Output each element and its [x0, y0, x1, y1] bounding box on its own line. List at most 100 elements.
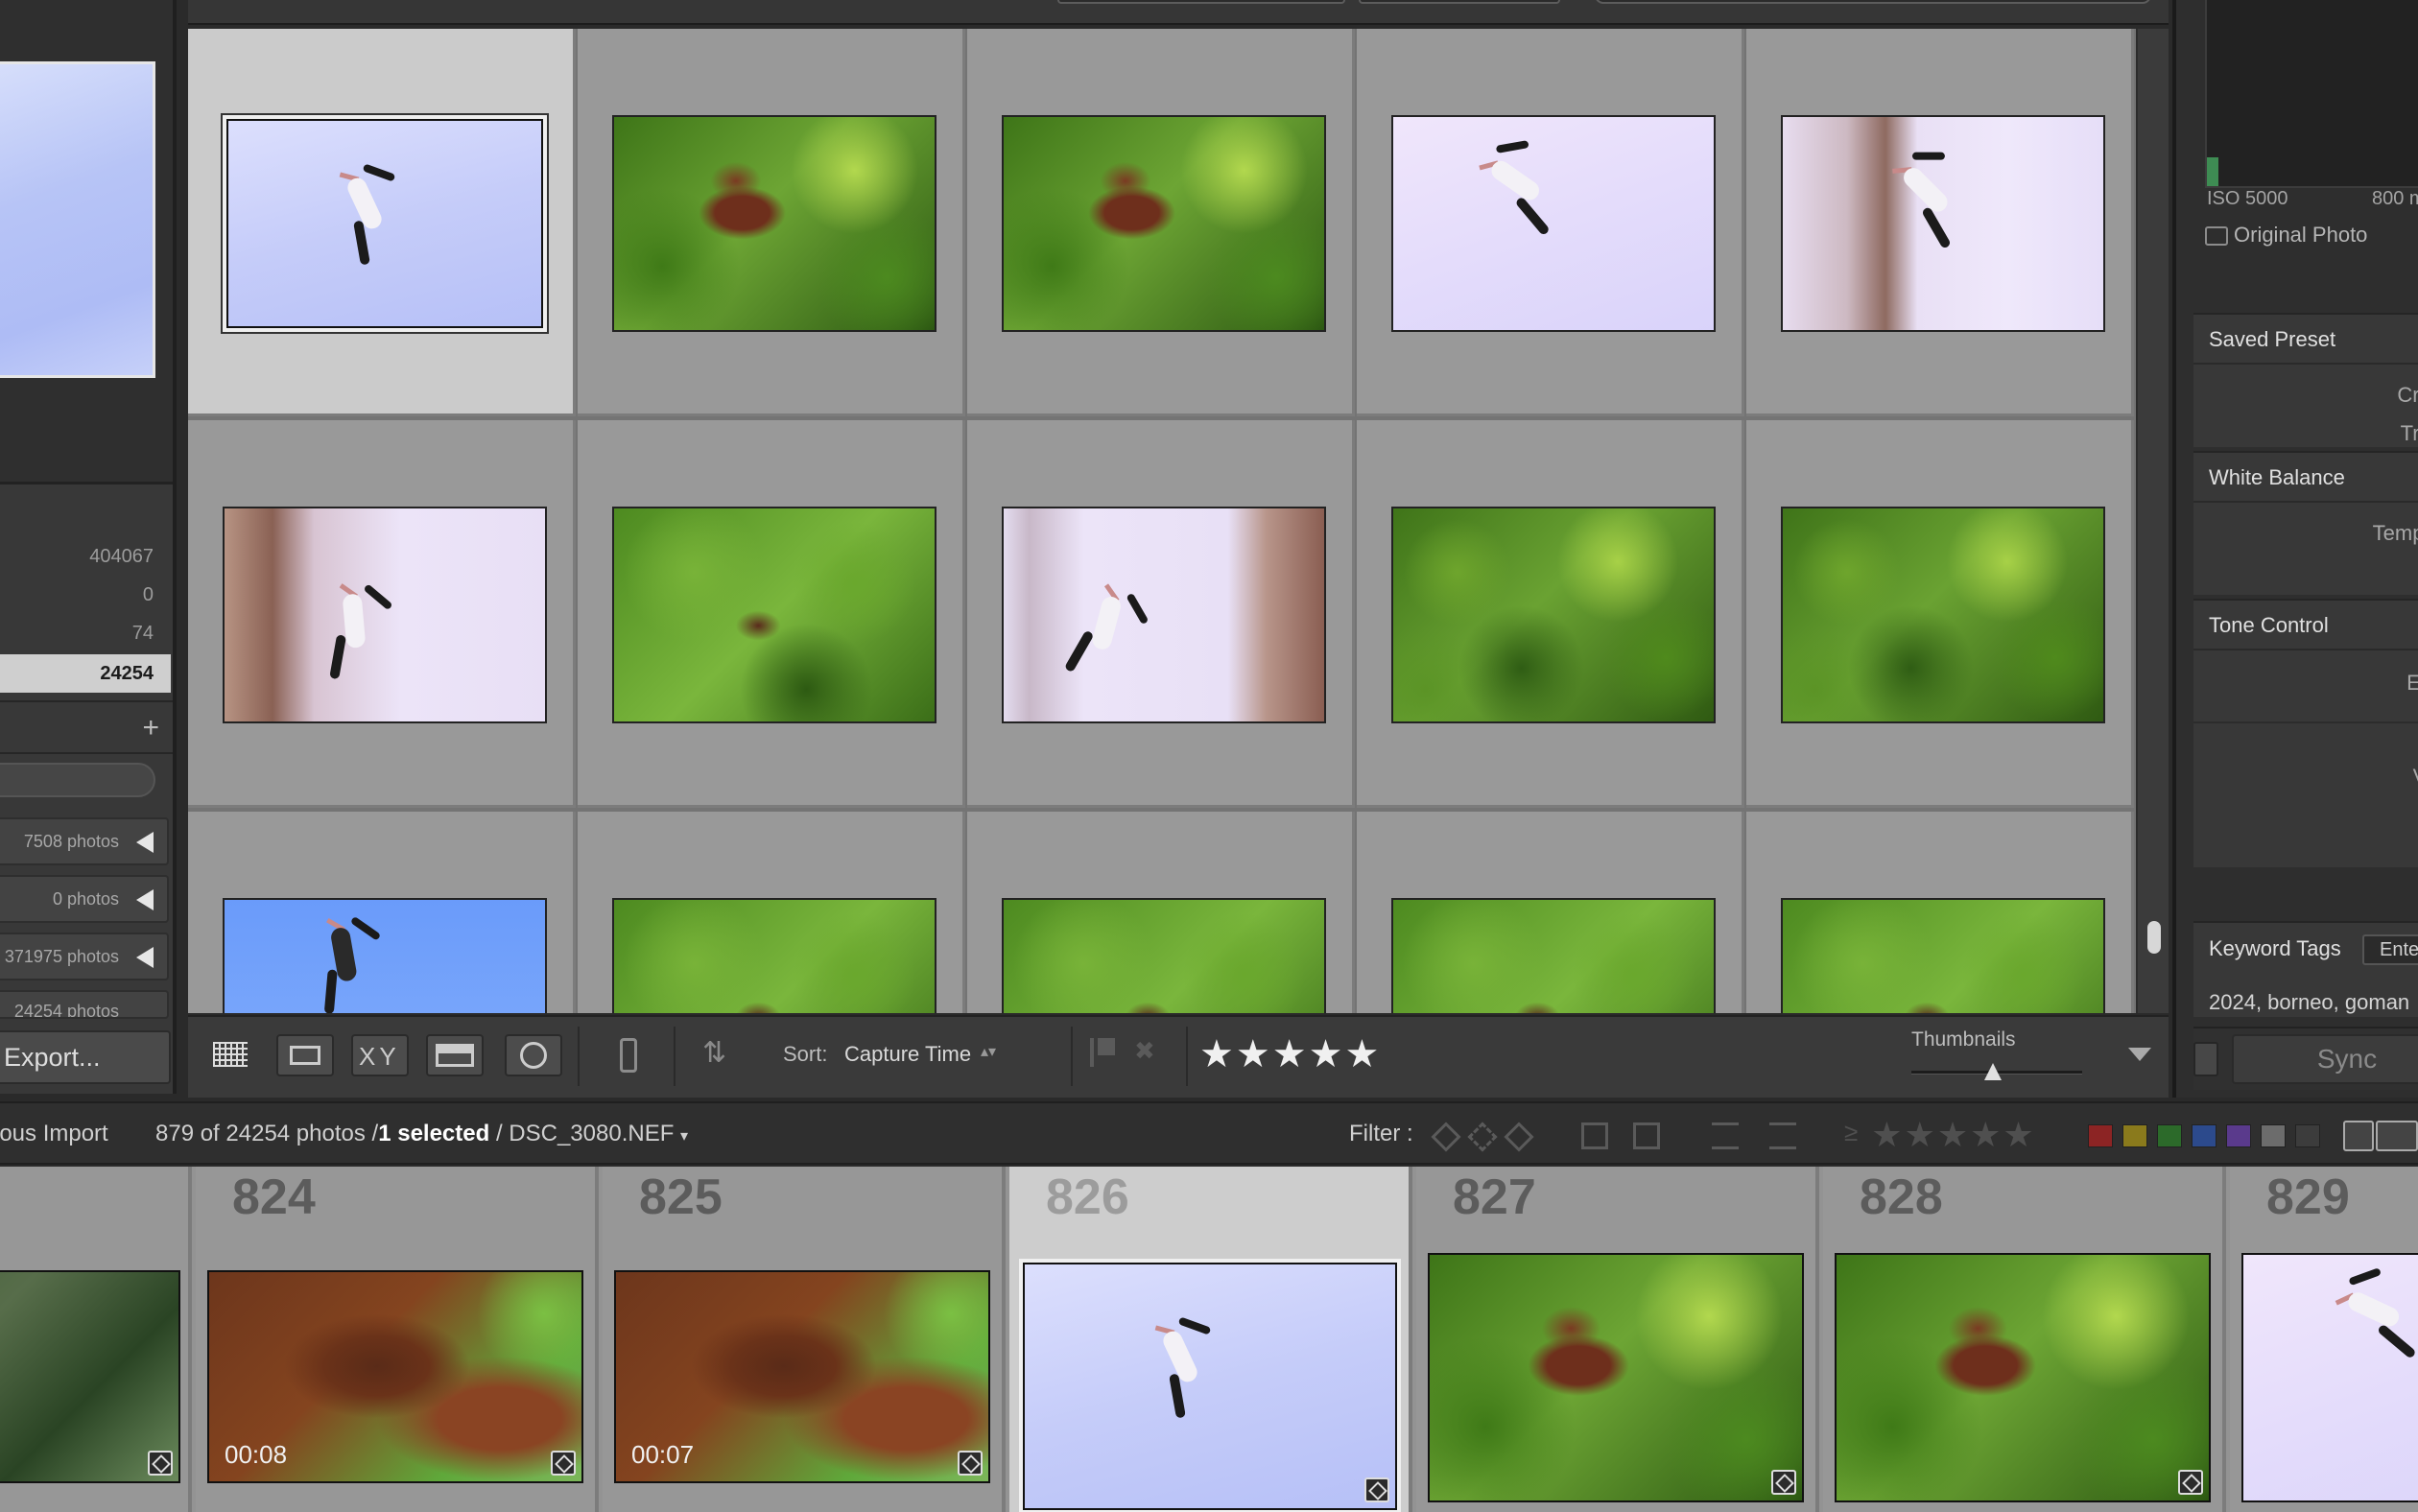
- edit-badge-icon[interactable]: [148, 1451, 173, 1476]
- scrollbar-thumb[interactable]: [2147, 921, 2161, 954]
- photo-thumbnail[interactable]: [1781, 115, 2105, 332]
- photo-thumbnail[interactable]: [223, 507, 547, 723]
- grid-cell[interactable]: [578, 812, 965, 1013]
- photo-thumbnail[interactable]: [1781, 898, 2105, 1013]
- catalog-count-previous[interactable]: 74: [0, 614, 171, 652]
- grid-cell[interactable]: [578, 29, 965, 416]
- filter-preset-icon[interactable]: [2343, 1121, 2374, 1151]
- keyword-tags-label[interactable]: Keyword Tags: [2209, 936, 2341, 961]
- thumbnail-slider-knob[interactable]: [1984, 1063, 2002, 1080]
- photo-thumbnail[interactable]: [223, 898, 547, 1013]
- grid-cell[interactable]: [967, 420, 1355, 808]
- edit-badge-icon[interactable]: [958, 1451, 983, 1476]
- filmstrip-cell-selected[interactable]: 826: [1009, 1167, 1412, 1512]
- rejected-filter-icon[interactable]: [1504, 1122, 1534, 1152]
- painter-tool-button[interactable]: [599, 1034, 656, 1076]
- filmstrip-thumbnail[interactable]: [2241, 1253, 2418, 1502]
- sync-toggle-switch[interactable]: [2193, 1042, 2218, 1076]
- grid-cell[interactable]: [1746, 29, 2134, 416]
- crop-ratio-label[interactable]: Crop: [2193, 376, 2418, 414]
- collection-item[interactable]: 7508 photos: [0, 817, 169, 865]
- video-filter-icon[interactable]: [1712, 1122, 1739, 1149]
- virtual-copy-filter-icon[interactable]: [1633, 1122, 1660, 1149]
- catalog-count-all[interactable]: 404067: [0, 537, 171, 576]
- filter-star-operator[interactable]: ≥: [1844, 1118, 1860, 1146]
- collection-item[interactable]: 24254 photos: [0, 990, 169, 1019]
- tone-control-header[interactable]: Tone Control: [2193, 601, 2418, 650]
- add-collection-icon[interactable]: +: [142, 712, 159, 744]
- filter-star-rating[interactable]: ≥ ★★★★★: [1844, 1115, 2036, 1155]
- color-filter-green[interactable]: [2157, 1124, 2182, 1147]
- grid-cell[interactable]: [1357, 420, 1744, 808]
- collection-arrow-icon[interactable]: [136, 889, 154, 910]
- filmstrip-cell[interactable]: 825 00:07: [603, 1167, 1006, 1512]
- photo-thumbnail[interactable]: [1002, 115, 1326, 332]
- original-photo-checkbox[interactable]: [2205, 226, 2228, 246]
- keyword-list[interactable]: 2024, borneo, goman: [2209, 990, 2409, 1015]
- compare-view-button[interactable]: XY: [351, 1034, 409, 1076]
- toolbar-menu-chevron-icon[interactable]: [2128, 1048, 2151, 1061]
- master-photo-filter-icon[interactable]: [1581, 1122, 1608, 1149]
- grid-cell[interactable]: [1746, 812, 2134, 1013]
- grid-cell[interactable]: [188, 420, 576, 808]
- filename-dropdown-icon[interactable]: ▾: [680, 1128, 688, 1145]
- edit-badge-icon[interactable]: [1771, 1470, 1796, 1495]
- photo-thumbnail[interactable]: [612, 507, 936, 723]
- collection-arrow-icon[interactable]: [136, 832, 154, 853]
- saved-preset-dropdown[interactable]: Saved Preset: [2193, 315, 2418, 365]
- sort-value-dropdown[interactable]: Capture Time: [844, 1042, 971, 1067]
- grid-cell[interactable]: [578, 420, 965, 808]
- grid-cell[interactable]: [967, 812, 1355, 1013]
- filmstrip-cell[interactable]: [0, 1167, 192, 1512]
- edited-filter-icon[interactable]: [1769, 1122, 1796, 1149]
- grid-cell[interactable]: [967, 29, 1355, 416]
- flag-filter-icon[interactable]: [1431, 1122, 1461, 1152]
- color-filter-yellow[interactable]: [2122, 1124, 2147, 1147]
- photo-thumbnail[interactable]: [1781, 507, 2105, 723]
- exposure-label[interactable]: Exp: [2193, 664, 2418, 702]
- filmstrip-cell[interactable]: 829: [2230, 1167, 2418, 1512]
- photo-thumbnail[interactable]: [612, 898, 936, 1013]
- people-view-button[interactable]: [505, 1034, 562, 1076]
- filmstrip-thumbnail[interactable]: 00:08: [207, 1270, 583, 1483]
- filmstrip-cell[interactable]: 828: [1823, 1167, 2226, 1512]
- photo-thumbnail[interactable]: [1002, 898, 1326, 1013]
- collection-item[interactable]: 0 photos: [0, 875, 169, 923]
- grid-cell[interactable]: [1746, 420, 2134, 808]
- sync-button[interactable]: Sync: [2232, 1034, 2418, 1084]
- sort-dropdown-arrows-icon[interactable]: ▴▾: [981, 1042, 996, 1061]
- survey-view-button[interactable]: [426, 1034, 484, 1076]
- grid-cell[interactable]: [1357, 29, 1744, 416]
- filmstrip-thumbnail[interactable]: [1835, 1253, 2211, 1502]
- unflagged-filter-icon[interactable]: [1467, 1122, 1498, 1152]
- photo-thumbnail[interactable]: [1391, 507, 1716, 723]
- filmstrip-thumbnail[interactable]: [1428, 1253, 1804, 1502]
- filter-dropdown[interactable]: [1359, 0, 1560, 4]
- temperature-label[interactable]: Temper: [2193, 514, 2418, 553]
- source-label[interactable]: ious Import: [0, 1121, 108, 1147]
- filmstrip-thumbnail[interactable]: [1019, 1259, 1401, 1512]
- filmstrip-cell[interactable]: 824 00:08: [196, 1167, 599, 1512]
- photo-thumbnail[interactable]: [223, 115, 547, 332]
- color-filter-blue[interactable]: [2192, 1124, 2216, 1147]
- filmstrip-cell[interactable]: 827: [1416, 1167, 1819, 1512]
- export-button[interactable]: Export...: [0, 1030, 171, 1084]
- grid-view-button[interactable]: [202, 1034, 259, 1076]
- clarity-label[interactable]: C: [2193, 721, 2418, 760]
- catalog-count-quick[interactable]: 0: [0, 576, 171, 614]
- grid-cell[interactable]: [188, 29, 576, 416]
- search-input[interactable]: [1595, 0, 2151, 4]
- filter-dropdown[interactable]: [1057, 0, 1345, 4]
- grid-scrollbar[interactable]: [2136, 29, 2169, 1013]
- color-filter-purple[interactable]: [2226, 1124, 2251, 1147]
- color-filter-red[interactable]: [2088, 1124, 2113, 1147]
- sort-direction-icon[interactable]: ⇅: [702, 1036, 726, 1070]
- color-filter-none[interactable]: [2295, 1124, 2320, 1147]
- edit-badge-icon[interactable]: [551, 1451, 576, 1476]
- collection-arrow-icon[interactable]: [136, 947, 154, 968]
- photo-thumbnail[interactable]: [612, 115, 936, 332]
- filter-stars[interactable]: ★★★★★: [1871, 1115, 2035, 1154]
- color-filter-other[interactable]: [2261, 1124, 2286, 1147]
- edit-badge-icon[interactable]: [2178, 1470, 2203, 1495]
- collection-item[interactable]: 371975 photos: [0, 933, 169, 980]
